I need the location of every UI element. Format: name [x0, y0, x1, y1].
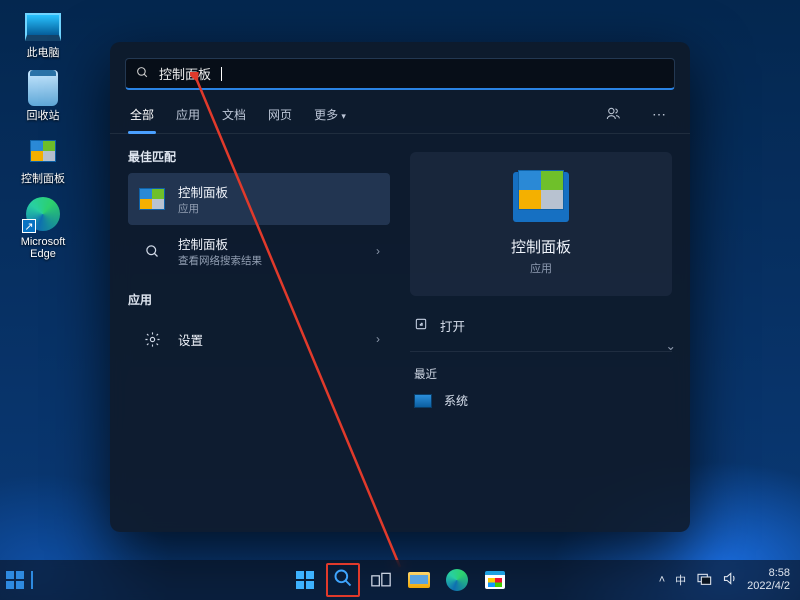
search-query-text: 控制面板 [159, 64, 211, 83]
windows-logo-icon [296, 571, 314, 589]
result-title: 控制面板 [178, 182, 228, 201]
edge-button[interactable] [440, 563, 474, 597]
desktop-icon-label: 控制面板 [21, 173, 65, 185]
result-title: 控制面板 [178, 234, 262, 253]
chevron-right-icon: › [376, 332, 380, 346]
file-explorer-button[interactable] [402, 563, 436, 597]
store-icon [485, 571, 505, 589]
desktop-icon-label: 回收站 [27, 110, 60, 122]
tab-more[interactable]: 更多 ▾ [312, 96, 348, 133]
desktop-icon-control-panel[interactable]: 控制面板 [8, 132, 78, 185]
divider [410, 351, 672, 352]
tab-apps[interactable]: 应用 [174, 96, 202, 133]
taskbar-center [288, 563, 512, 597]
control-panel-icon [30, 140, 56, 162]
search-icon [138, 237, 166, 265]
start-corner-icon [6, 571, 24, 589]
preview-card: 控制面板 应用 [410, 152, 672, 296]
tab-web[interactable]: 网页 [266, 96, 294, 133]
section-apps: 应用 [128, 291, 390, 308]
tab-all[interactable]: 全部 [128, 96, 156, 133]
search-button[interactable] [326, 563, 360, 597]
chevron-right-icon: › [376, 244, 380, 258]
desktop-icon-label: Microsoft Edge [8, 236, 78, 260]
recycle-bin-icon [28, 70, 58, 106]
result-subtitle: 应用 [178, 201, 228, 216]
action-open-label: 打开 [440, 316, 465, 335]
network-icon[interactable] [696, 572, 712, 589]
desktop-icons: 此电脑 回收站 控制面板 ↗ Microsoft Edge [8, 6, 78, 260]
task-view-icon [371, 572, 391, 588]
result-settings[interactable]: 设置 › [128, 316, 390, 362]
date: 2022/4/2 [747, 580, 790, 593]
search-icon [136, 66, 149, 82]
desktop-icon-edge[interactable]: ↗ Microsoft Edge [8, 195, 78, 260]
folder-icon [408, 572, 430, 588]
section-best-match: 最佳匹配 [128, 148, 390, 165]
gear-icon [138, 325, 166, 353]
preview-subtitle: 应用 [426, 260, 656, 276]
control-panel-icon [139, 188, 165, 210]
control-panel-icon [513, 172, 569, 222]
taskbar-left[interactable] [0, 571, 33, 589]
more-options-icon[interactable]: ⋯ [646, 100, 672, 129]
result-control-panel-app[interactable]: 控制面板 应用 [128, 173, 390, 225]
taskbar-right: ˄ 中 8:58 2022/4/2 [659, 567, 800, 592]
preview-column: 控制面板 应用 打开 ⌄ 最近 系统 [400, 134, 690, 532]
shortcut-arrow-icon: ↗ [22, 219, 36, 233]
recent-item-system[interactable]: 系统 [410, 382, 672, 419]
action-open[interactable]: 打开 ⌄ [410, 302, 672, 349]
result-title: 设置 [178, 330, 203, 349]
result-control-panel-web[interactable]: 控制面板 查看网络搜索结果 › [128, 225, 390, 277]
recent-item-label: 系统 [444, 392, 468, 409]
task-view-button[interactable] [364, 563, 398, 597]
store-button[interactable] [478, 563, 512, 597]
ime-indicator[interactable]: 中 [675, 572, 686, 588]
search-input-wrapper[interactable]: 控制面板 [125, 58, 675, 90]
result-subtitle: 查看网络搜索结果 [178, 253, 262, 268]
pc-icon [25, 13, 61, 41]
search-icon [333, 568, 353, 593]
open-icon [414, 317, 428, 334]
desktop-icon-recycle-bin[interactable]: 回收站 [8, 69, 78, 122]
clock[interactable]: 8:58 2022/4/2 [747, 567, 790, 592]
start-button[interactable] [288, 563, 322, 597]
show-hidden-icons[interactable]: ˄ [659, 574, 665, 586]
desktop-icon-this-pc[interactable]: 此电脑 [8, 6, 78, 59]
recent-label: 最近 [414, 366, 672, 382]
preview-title: 控制面板 [426, 236, 656, 257]
time: 8:58 [747, 567, 790, 580]
tab-documents[interactable]: 文档 [220, 96, 248, 133]
results-column: 最佳匹配 控制面板 应用 控制面板 查看网络搜索结果 › 应用 [110, 134, 400, 532]
search-panel: 控制面板 全部 应用 文档 网页 更多 ▾ ⋯ 最佳匹配 控制面板 应用 [110, 42, 690, 532]
monitor-icon [414, 394, 432, 408]
search-tabs: 全部 应用 文档 网页 更多 ▾ ⋯ [110, 90, 690, 134]
feedback-icon[interactable] [600, 99, 628, 130]
edge-icon [446, 569, 468, 591]
taskbar: ˄ 中 8:58 2022/4/2 [0, 560, 800, 600]
volume-icon[interactable] [722, 571, 737, 589]
desktop-icon-label: 此电脑 [27, 47, 60, 59]
text-cursor [221, 67, 222, 81]
chevron-down-icon[interactable]: ⌄ [666, 338, 676, 353]
